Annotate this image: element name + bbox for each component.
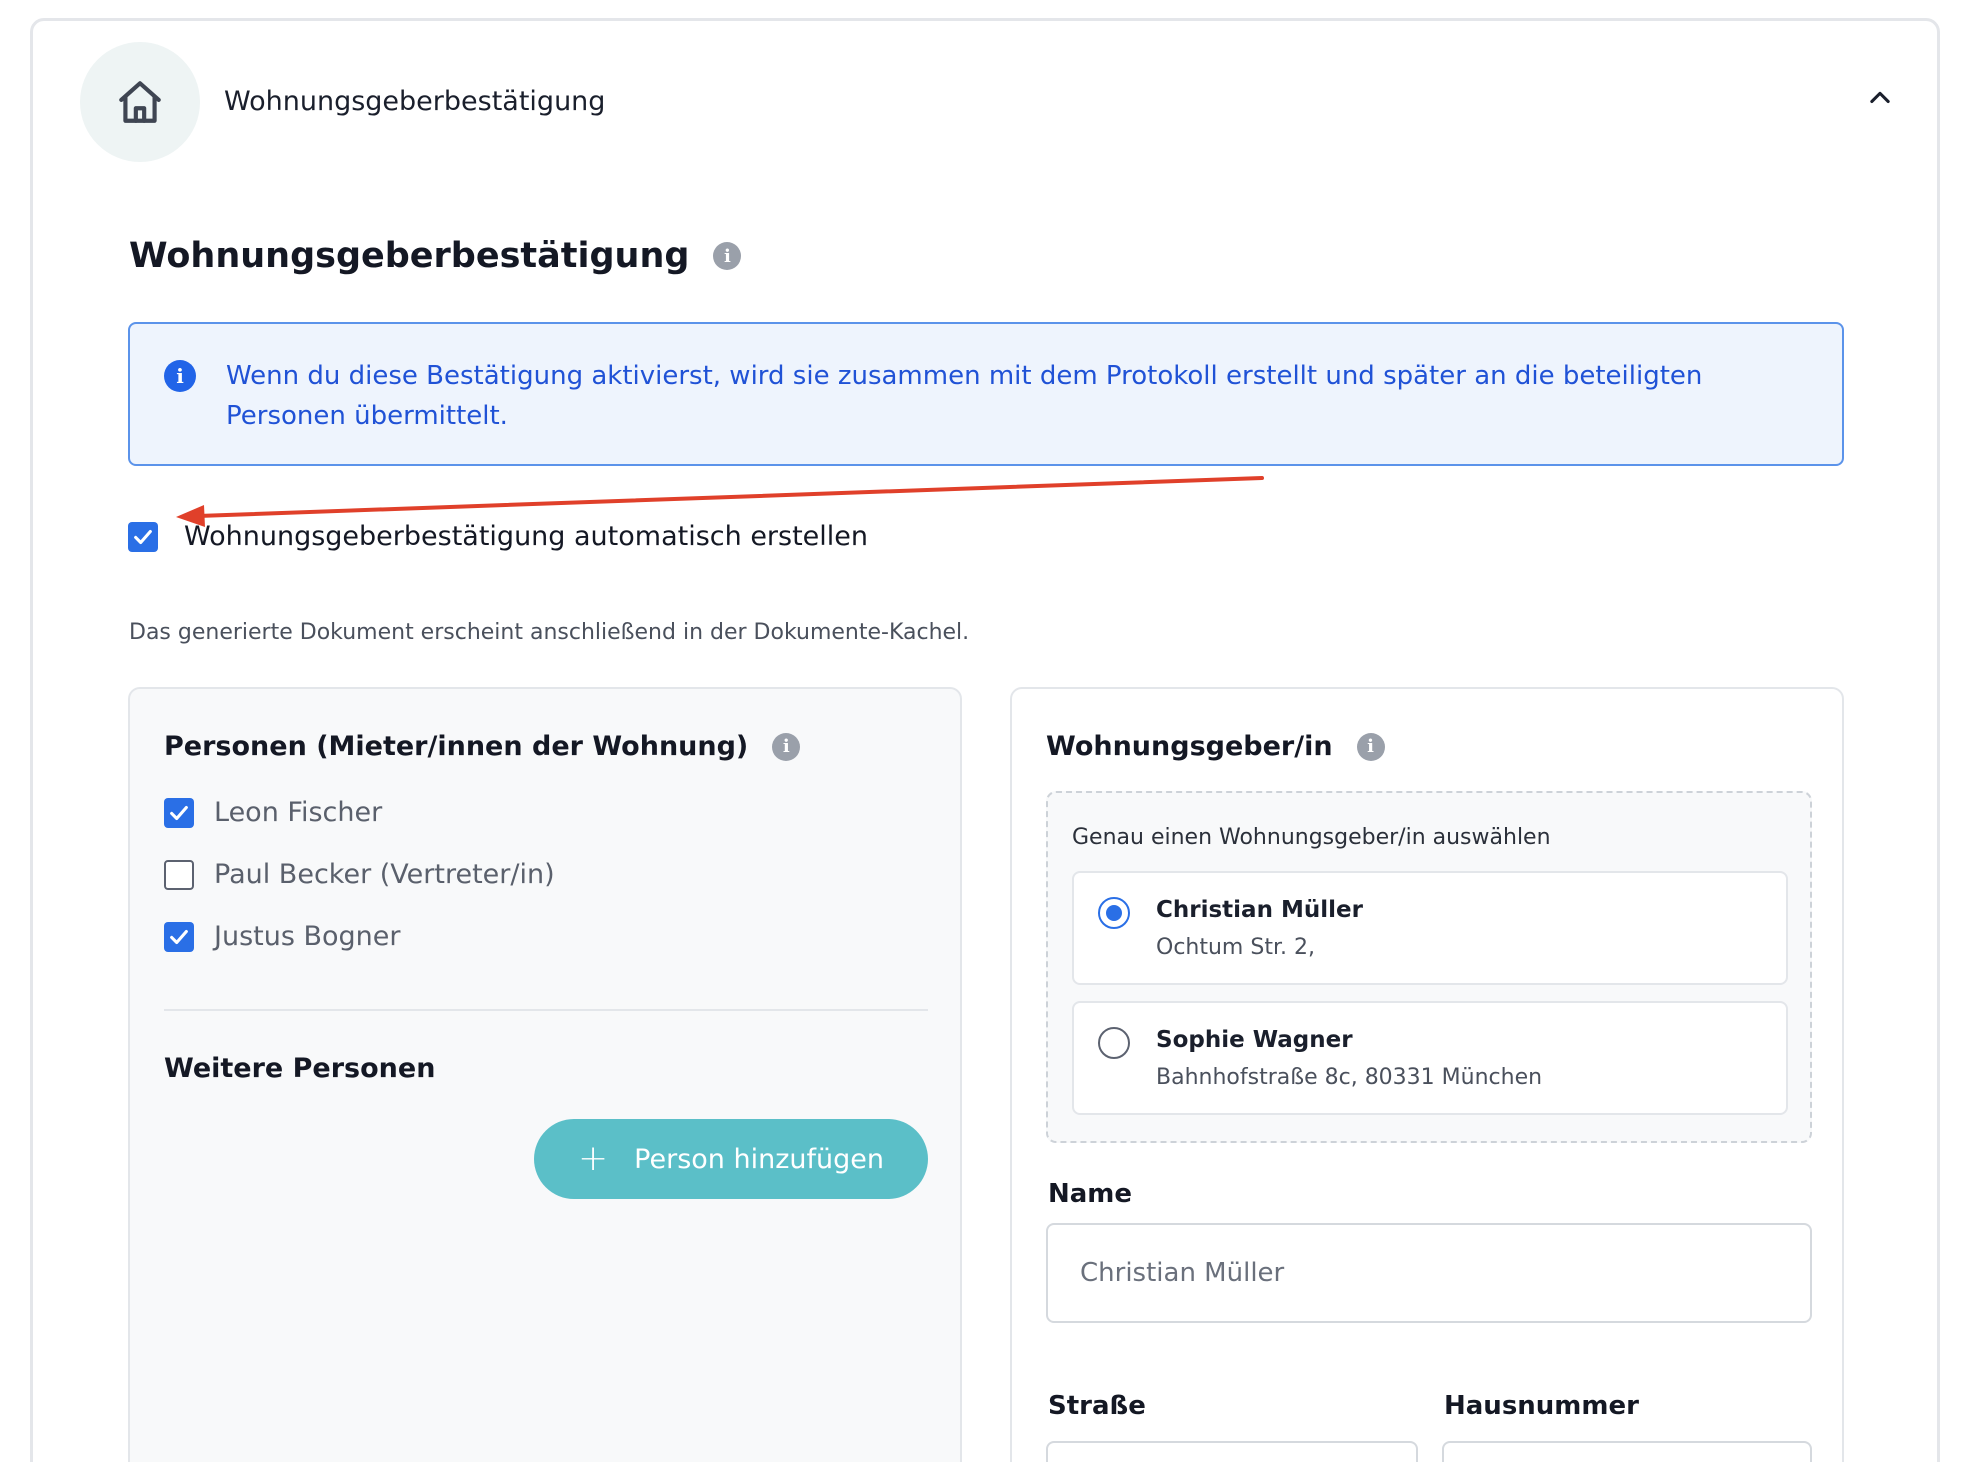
auto-create-checkbox-row[interactable]: Wohnungsgeberbestätigung automatisch ers… — [128, 521, 868, 552]
landlord-info-icon[interactable]: i — [1356, 732, 1385, 761]
landlord-option-name: Christian Müller — [1156, 897, 1363, 923]
landlord-option-name: Sophie Wagner — [1156, 1027, 1353, 1053]
landlord-option-address: Bahnhofstraße 8c, 80331 München — [1156, 1065, 1543, 1090]
person-checkbox[interactable] — [164, 859, 194, 890]
person-item[interactable]: Paul Becker (Vertreter/in) — [164, 859, 555, 890]
street-label: Straße — [1048, 1391, 1146, 1421]
person-item[interactable]: Justus Bogner — [164, 921, 401, 952]
radio-button-selected[interactable] — [1098, 897, 1130, 929]
landlord-title-text: Wohnungsgeber/in — [1046, 731, 1333, 762]
check-icon — [134, 529, 152, 544]
landlord-panel: Wohnungsgeber/in i Genau einen Wohnungsg… — [1010, 687, 1844, 1462]
add-person-button[interactable]: + Person hinzufügen — [534, 1119, 928, 1199]
street-input[interactable] — [1046, 1441, 1418, 1462]
auto-create-label: Wohnungsgeberbestätigung automatisch ers… — [184, 521, 869, 552]
notice-text: Wenn du diese Bestätigung aktivierst, wi… — [226, 361, 1703, 431]
plus-icon: + — [578, 1138, 609, 1179]
section-title-text: Wohnungsgeberbestätigung — [129, 236, 690, 276]
auto-create-checkbox[interactable] — [128, 521, 158, 552]
info-notice: i Wenn du diese Bestätigung aktivierst, … — [128, 322, 1844, 466]
house-number-input[interactable] — [1442, 1441, 1812, 1462]
persons-panel-title: Personen (Mieter/innen der Wohnung) i — [164, 731, 801, 762]
add-person-label: Person hinzufügen — [634, 1143, 884, 1175]
more-persons-title: Weitere Personen — [164, 1053, 436, 1084]
home-icon-badge — [80, 42, 200, 162]
select-instruction: Genau einen Wohnungsgeber/in auswählen — [1072, 825, 1551, 850]
check-icon — [170, 805, 188, 820]
person-name: Paul Becker (Vertreter/in) — [214, 859, 555, 890]
notice-info-icon: i — [164, 360, 196, 392]
helper-text: Das generierte Dokument erscheint anschl… — [129, 620, 970, 645]
divider — [164, 1009, 928, 1011]
landlord-select-group: Genau einen Wohnungsgeber/in auswählen C… — [1046, 791, 1812, 1143]
card-header-title: Wohnungsgeberbestätigung — [224, 86, 606, 117]
persons-panel: Personen (Mieter/innen der Wohnung) i Le… — [128, 687, 962, 1462]
persons-title-text: Personen (Mieter/innen der Wohnung) — [164, 731, 749, 762]
check-icon — [170, 929, 188, 944]
person-item[interactable]: Leon Fischer — [164, 797, 382, 828]
house-number-label: Hausnummer — [1444, 1391, 1639, 1421]
person-checkbox[interactable] — [164, 921, 194, 952]
collapse-chevron-icon[interactable] — [1862, 80, 1898, 116]
section-title: Wohnungsgeberbestätigung i — [129, 236, 742, 276]
person-checkbox[interactable] — [164, 797, 194, 828]
name-input[interactable] — [1046, 1223, 1812, 1323]
home-icon — [119, 81, 161, 123]
persons-info-icon[interactable]: i — [772, 732, 801, 761]
landlord-option[interactable]: Sophie Wagner Bahnhofstraße 8c, 80331 Mü… — [1072, 1001, 1788, 1115]
landlord-option-address: Ochtum Str. 2, — [1156, 935, 1315, 960]
info-icon[interactable]: i — [713, 242, 742, 270]
person-name: Justus Bogner — [214, 921, 401, 952]
landlord-panel-title: Wohnungsgeber/in i — [1046, 731, 1385, 762]
radio-button[interactable] — [1098, 1027, 1130, 1059]
landlord-option[interactable]: Christian Müller Ochtum Str. 2, — [1072, 871, 1788, 985]
name-label: Name — [1048, 1179, 1133, 1209]
person-name: Leon Fischer — [214, 797, 383, 828]
